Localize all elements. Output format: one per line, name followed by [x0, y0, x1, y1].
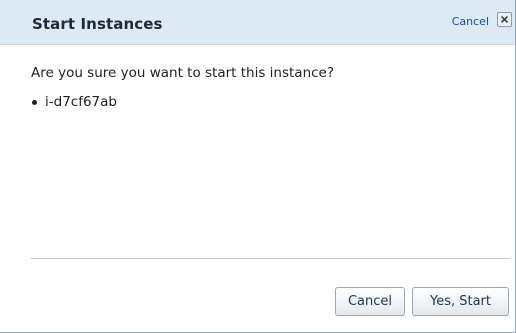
list-item: i-d7cf67ab: [31, 94, 117, 110]
yes-start-button[interactable]: Yes, Start: [412, 287, 509, 316]
dialog-titlebar: Start Instances Cancel: [0, 0, 515, 45]
instance-id: i-d7cf67ab: [45, 94, 117, 110]
divider: [31, 258, 510, 259]
bullet-icon: [32, 99, 37, 105]
confirmation-message: Are you sure you want to start this inst…: [31, 65, 335, 81]
instance-list: i-d7cf67ab: [31, 94, 117, 110]
dialog-title: Start Instances: [32, 15, 163, 33]
start-instances-dialog: Start Instances Cancel Are you sure you …: [0, 0, 516, 333]
cancel-button[interactable]: Cancel: [335, 287, 405, 316]
close-icon[interactable]: [497, 12, 512, 27]
cancel-link[interactable]: Cancel: [452, 15, 489, 28]
